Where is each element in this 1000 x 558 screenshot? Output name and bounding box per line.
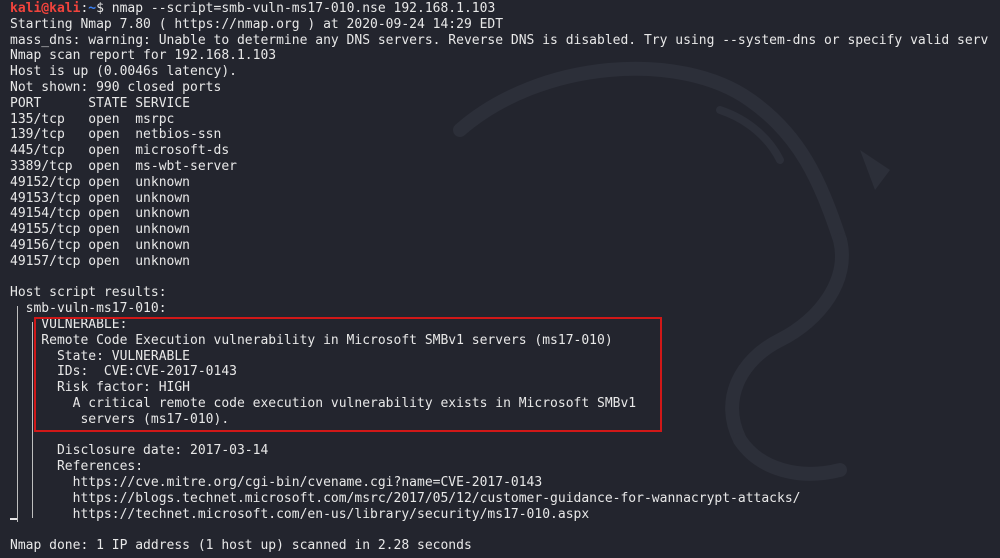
output-line: References: bbox=[10, 459, 144, 475]
prompt-user: kali@kali bbox=[10, 1, 81, 16]
output-line: Risk factor: HIGH bbox=[10, 380, 191, 396]
output-line: Nmap scan report for 192.168.1.103 bbox=[10, 48, 277, 64]
output-line: https://technet.microsoft.com/en-us/libr… bbox=[10, 506, 590, 522]
cursor bbox=[10, 517, 17, 520]
output-line: mass_dns: warning: Unable to determine a… bbox=[10, 32, 989, 48]
terminal-output: Starting Nmap 7.80 ( https://nmap.org ) … bbox=[10, 17, 1000, 554]
output-line: servers (ms17-010). bbox=[10, 411, 230, 427]
output-line: IDs: CVE:CVE-2017-0143 bbox=[10, 364, 237, 380]
output-line: Remote Code Execution vulnerability in M… bbox=[10, 332, 613, 348]
prompt-dollar: $ bbox=[96, 1, 112, 16]
output-line: PORT STATE SERVICE bbox=[10, 95, 191, 111]
cursor-line bbox=[10, 506, 17, 522]
output-line: https://cve.mitre.org/cgi-bin/cvename.cg… bbox=[10, 474, 543, 490]
command-text: nmap --script=smb-vuln-ms17-010.nse 192.… bbox=[111, 1, 496, 16]
terminal[interactable]: kali@kali:~$ nmap --script=smb-vuln-ms17… bbox=[10, 1, 1000, 558]
output-line: 445/tcp open microsoft-ds bbox=[10, 143, 230, 159]
output-line: 139/tcp open netbios-ssn bbox=[10, 127, 222, 143]
output-line: 49152/tcp open unknown bbox=[10, 174, 191, 190]
output-line: smb-vuln-ms17-010: bbox=[10, 301, 167, 317]
output-line: Starting Nmap 7.80 ( https://nmap.org ) … bbox=[10, 16, 504, 32]
output-line: 3389/tcp open ms-wbt-server bbox=[10, 158, 237, 174]
prompt-path: ~ bbox=[88, 1, 97, 16]
output-line: https://blogs.technet.microsoft.com/msrc… bbox=[10, 490, 801, 506]
output-line: 49153/tcp open unknown bbox=[10, 190, 191, 206]
output-line: Disclosure date: 2017-03-14 bbox=[10, 443, 269, 459]
output-line: 49154/tcp open unknown bbox=[10, 206, 191, 222]
prompt-line: kali@kali:~$ nmap --script=smb-vuln-ms17… bbox=[10, 1, 1000, 17]
output-line: 49155/tcp open unknown bbox=[10, 222, 191, 238]
output-line: 49157/tcp open unknown bbox=[10, 253, 191, 269]
output-line: A critical remote code execution vulnera… bbox=[10, 395, 637, 411]
output-line: Not shown: 990 closed ports bbox=[10, 79, 222, 95]
output-line: Host is up (0.0046s latency). bbox=[10, 64, 237, 80]
output-line: Nmap done: 1 IP address (1 host up) scan… bbox=[10, 538, 472, 554]
output-line: 135/tcp open msrpc bbox=[10, 111, 175, 127]
output-line: 49156/tcp open unknown bbox=[10, 237, 191, 253]
output-line: VULNERABLE: bbox=[10, 316, 128, 332]
output-line: State: VULNERABLE bbox=[10, 348, 191, 364]
output-line: Host script results: bbox=[10, 285, 167, 301]
